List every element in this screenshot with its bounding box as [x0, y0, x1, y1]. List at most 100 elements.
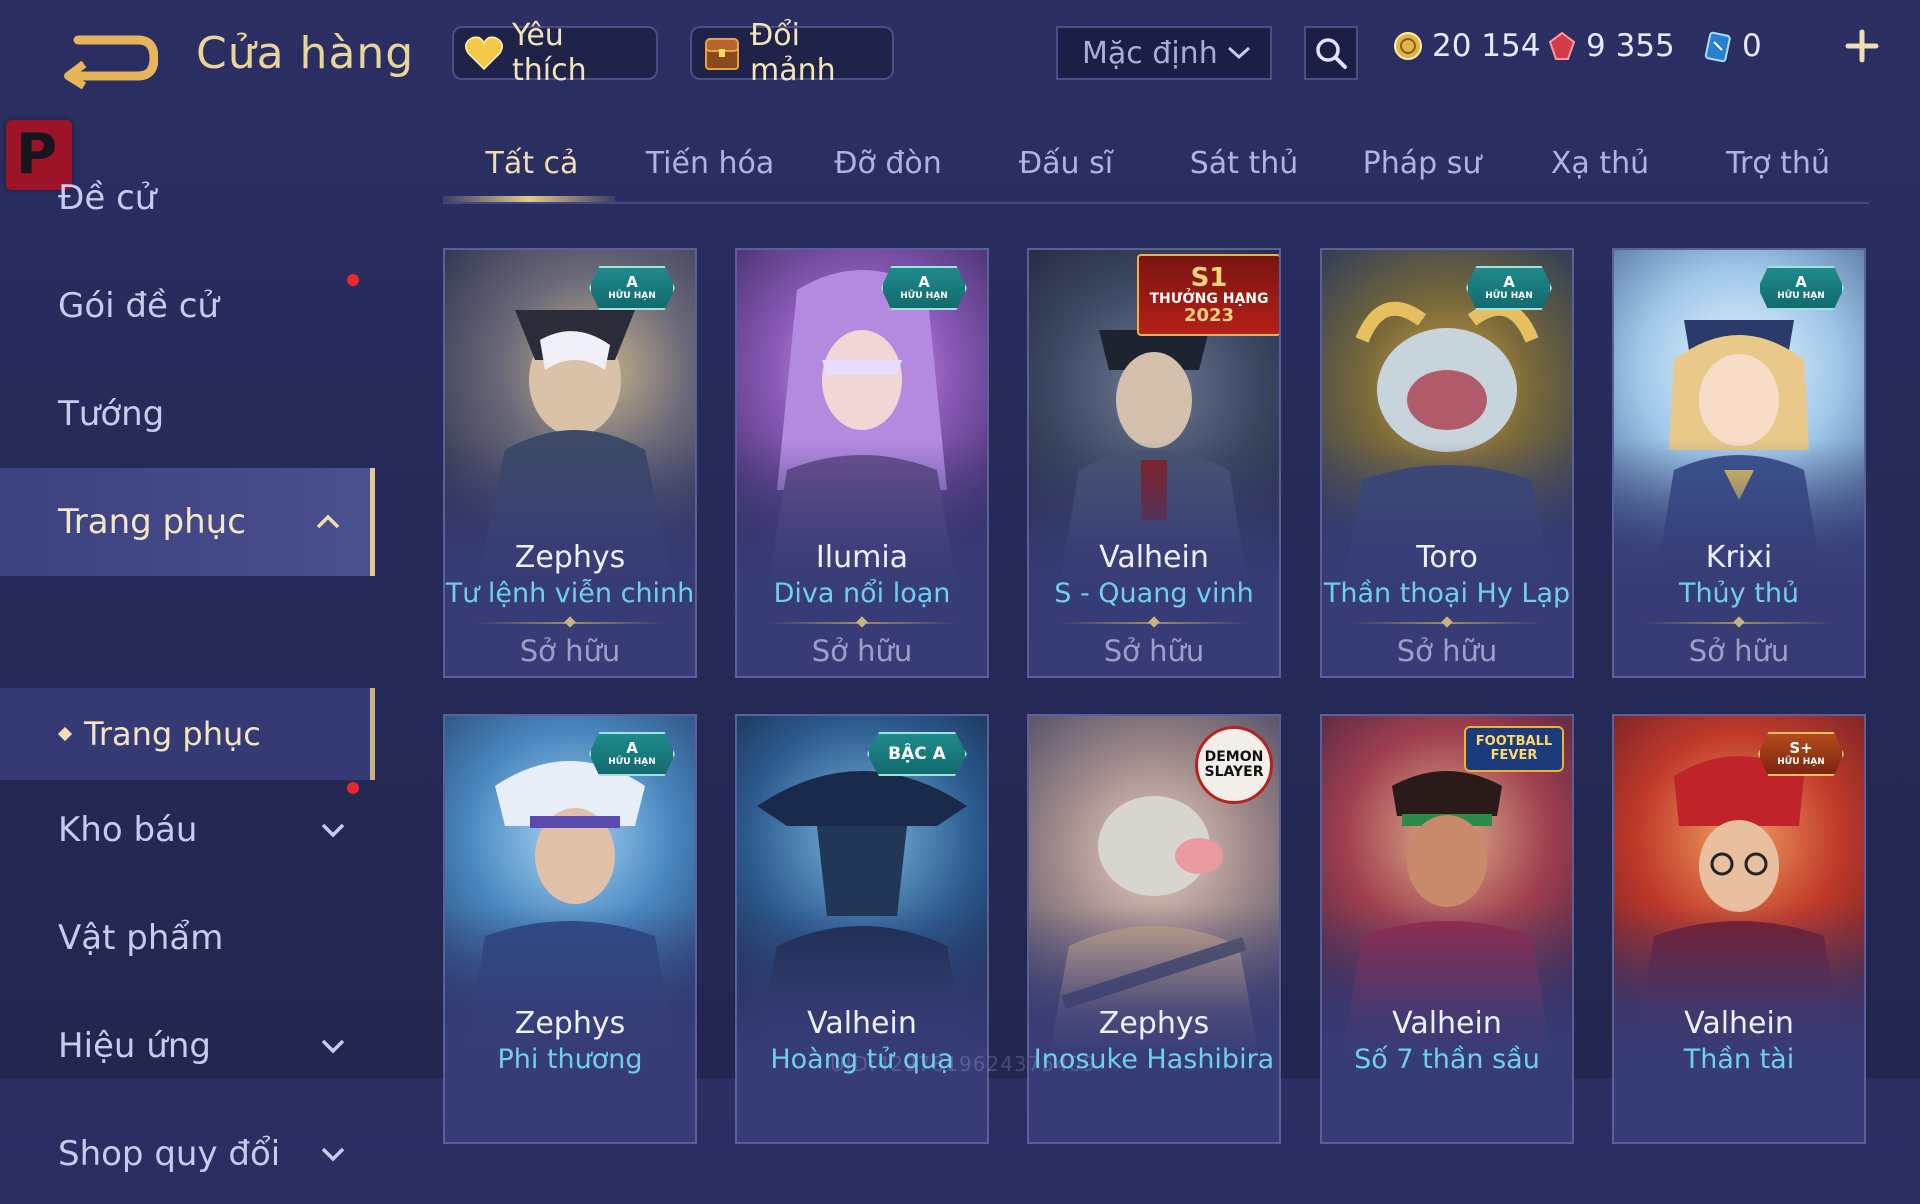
gold-coin-value: 20 154 [1432, 28, 1541, 64]
gold-coin-icon [1394, 32, 1422, 60]
hero-name: Valhein [1684, 1006, 1794, 1041]
tab-assassin[interactable]: Sát thủ [1155, 146, 1333, 181]
tab-fighter[interactable]: Đấu sĩ [977, 146, 1155, 181]
sort-dropdown[interactable]: Mặc định [1056, 26, 1272, 80]
ownership-status: Sở hữu [1396, 634, 1498, 668]
ownership-status: Sở hữu [1103, 634, 1205, 668]
notification-dot [347, 274, 359, 286]
sidebar-item-heroes[interactable]: Tướng [0, 364, 375, 464]
ruby-gem-icon [1548, 31, 1576, 60]
sidebar-item-effects[interactable]: Hiệu ứng [0, 996, 375, 1096]
hero-name: Zephys [514, 540, 626, 575]
sidebar-item-label: Shop quy đổi [58, 1134, 281, 1174]
skin-grade-badge: A HỮU HẠN [1758, 266, 1844, 310]
voucher-value: 0 [1742, 28, 1762, 64]
skin-card[interactable]: A HỮU HẠN Zephys Tư lệnh viễn chinh Sở hữ… [443, 248, 697, 678]
card-divider [767, 616, 957, 628]
skin-card[interactable]: BẬC A Valhein Hoàng tử quạ [735, 714, 989, 1144]
hero-name: Toro [1416, 540, 1478, 575]
voucher-icon [1704, 31, 1731, 62]
chevron-up-icon [316, 514, 340, 529]
chevron-down-icon [321, 823, 345, 838]
sidebar-item-label: Kho báu [58, 810, 198, 850]
skin-grade-badge: S+ HỮU HẠN [1758, 732, 1844, 776]
heart-icon [464, 32, 504, 74]
ownership-status: Sở hữu [811, 634, 913, 668]
skin-grade-badge: A HỮU HẠN [589, 266, 675, 310]
hero-name: Valhein [807, 1006, 917, 1041]
skin-name: Phi thương [497, 1044, 643, 1075]
sidebar-item-items[interactable]: Vật phẩm [0, 888, 375, 988]
sidebar-item-featured-packs[interactable]: Gói đề cử [0, 256, 375, 356]
card-divider [1644, 616, 1834, 628]
search-button[interactable] [1304, 26, 1358, 80]
skin-card[interactable]: S+ HỮU HẠN Valhein Thần tài [1612, 714, 1866, 1144]
ruby-gem-balance: 9 355 [1546, 28, 1675, 64]
sidebar-item-label: Gói đề cử [58, 286, 219, 326]
sidebar-item-label: Vật phẩm [58, 918, 224, 958]
skin-name: Thần tài [1683, 1044, 1795, 1075]
tab-support[interactable]: Trợ thủ [1689, 146, 1867, 181]
sidebar-item-featured[interactable]: Đề cử [0, 148, 375, 248]
category-tabs: Tất cả Tiến hóa Đỡ đòn Đấu sĩ Sát thủ Ph… [443, 140, 1869, 204]
sidebar-item-exchange-shop[interactable]: Shop quy đổi [0, 1104, 375, 1204]
ownership-status: Sở hữu [1688, 634, 1790, 668]
search-icon [1316, 38, 1347, 69]
hero-name: Valhein [1099, 540, 1209, 575]
skin-name: Diva nổi loạn [773, 578, 951, 609]
tab-evolution[interactable]: Tiến hóa [621, 146, 799, 181]
skin-card[interactable]: A HỮU HẠN Zephys Phi thương [443, 714, 697, 1144]
skin-card[interactable]: A HỮU HẠN Krixi Thủy thủ Sở hữu [1612, 248, 1866, 678]
exchange-fragments-label: Đổi mảnh [750, 18, 836, 88]
collab-event-badge: DEMON SLAYER [1195, 726, 1273, 804]
plus-icon [1845, 29, 1879, 63]
hero-name: Krixi [1705, 540, 1773, 575]
favorite-button[interactable]: Yêu thích [452, 18, 658, 88]
skin-card[interactable]: A HỮU HẠN Toro Thần thoại Hy Lạp Sở hữu [1320, 248, 1574, 678]
skin-card[interactable]: DEMON SLAYER Zephys Inosuke Hashibira [1027, 714, 1281, 1144]
voucher-balance: 0 [1702, 28, 1762, 64]
skin-grade-badge: A HỮU HẠN [1466, 266, 1552, 310]
sidebar-subitem-skins[interactable]: Trang phục [0, 688, 375, 780]
sidebar-item-label: Trang phục [58, 502, 246, 542]
gold-coin-balance: 20 154 [1392, 28, 1540, 64]
tab-tank[interactable]: Đỡ đòn [799, 146, 977, 181]
notification-dot [347, 782, 359, 794]
skin-name: Thần thoại Hy Lạp [1323, 578, 1571, 609]
skin-name: Thủy thủ [1678, 578, 1800, 609]
page-title: Cửa hàng [196, 28, 415, 79]
ranked-season-badge: S1 THƯỞNG HẠNG 2023 [1137, 254, 1279, 336]
skin-name: S - Quang vinh [1054, 578, 1254, 609]
card-divider [1352, 616, 1542, 628]
add-currency-button[interactable] [1842, 28, 1882, 68]
hero-name: Valhein [1392, 1006, 1502, 1041]
sidebar-item-label: Hiệu ứng [58, 1026, 211, 1066]
back-button[interactable] [58, 30, 159, 90]
skin-name: Số 7 thần sầu [1354, 1044, 1540, 1075]
sidebar-item-label: Tướng [58, 394, 165, 434]
skin-name: Inosuke Hashibira [1033, 1044, 1275, 1075]
top-bar: Cửa hàng Yêu thích Đổi mảnh Mặc định 20 … [0, 0, 1920, 110]
ownership-status: Sở hữu [519, 634, 621, 668]
skin-grade-badge: A HỮU HẠN [881, 266, 967, 310]
exchange-fragments-button[interactable]: Đổi mảnh [690, 18, 894, 88]
card-divider [475, 616, 665, 628]
sidebar-item-treasure[interactable]: Kho báu [0, 780, 375, 880]
ruby-gem-value: 9 355 [1586, 28, 1675, 64]
chevron-down-icon [321, 1147, 345, 1162]
skin-card[interactable]: S1 THƯỞNG HẠNG 2023 Valhein S - Quang vi… [1027, 248, 1281, 678]
skin-card[interactable]: FOOTBALL FEVER Valhein Số 7 thần sầu [1320, 714, 1574, 1144]
sidebar-subitem-label: Trang phục [84, 715, 261, 753]
tab-marksman[interactable]: Xạ thủ [1511, 146, 1689, 181]
back-arrow-icon [64, 35, 159, 90]
tab-mage[interactable]: Pháp sư [1333, 146, 1511, 181]
favorite-label: Yêu thích [512, 18, 587, 88]
skin-name: Tư lệnh viễn chinh [445, 578, 695, 609]
hero-name: Ilumia [815, 540, 909, 575]
sidebar: P Đề cử Gói đề cử Tướng Trang phục Trang… [0, 110, 375, 1174]
bullet-icon [57, 726, 73, 742]
sidebar-item-skins[interactable]: Trang phục [0, 468, 375, 576]
skin-card[interactable]: A HỮU HẠN Ilumia Diva nổi loạn Sở hữu [735, 248, 989, 678]
tab-all[interactable]: Tất cả [443, 146, 621, 181]
sidebar-item-label: Đề cử [58, 178, 157, 218]
